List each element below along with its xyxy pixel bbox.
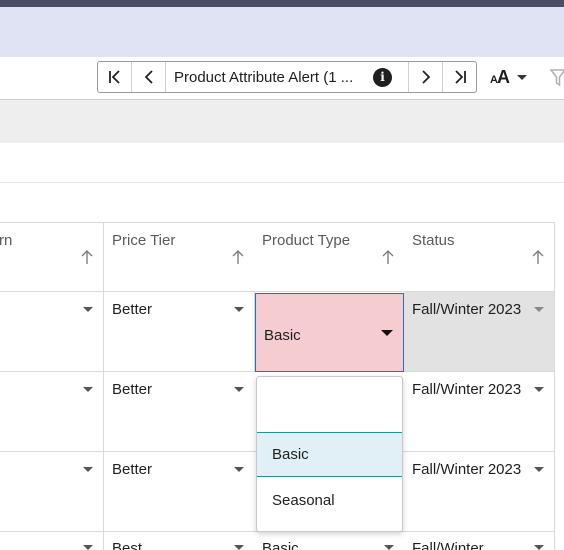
header-band bbox=[0, 7, 564, 57]
column-header-label: Product Type bbox=[262, 232, 351, 249]
info-icon[interactable]: i bbox=[373, 67, 392, 87]
product-type-dropdown: Basic Seasonal bbox=[256, 376, 403, 532]
font-size-icon: AA bbox=[490, 67, 510, 87]
table-cell-product-type-active[interactable]: Basic bbox=[255, 293, 404, 372]
chevron-down-icon[interactable] bbox=[534, 467, 544, 472]
cell-value: Better bbox=[112, 381, 153, 398]
table-cell-price-tier[interactable]: Best bbox=[104, 532, 255, 550]
table-cell[interactable] bbox=[0, 372, 104, 452]
divider bbox=[0, 182, 564, 183]
table-cell-price-tier[interactable]: Better bbox=[104, 452, 255, 532]
sort-arrow-icon[interactable] bbox=[532, 249, 544, 265]
table-cell-status[interactable]: Fall/Winter 2023 bbox=[404, 452, 555, 532]
chevron-down-icon[interactable] bbox=[234, 387, 244, 392]
cell-value: Basic bbox=[264, 327, 301, 344]
dropdown-search-input[interactable] bbox=[257, 377, 402, 433]
chevron-right-icon bbox=[421, 70, 430, 84]
table-cell[interactable] bbox=[0, 532, 104, 550]
dropdown-option-basic[interactable]: Basic bbox=[257, 433, 402, 477]
column-header-product-type[interactable]: Product Type bbox=[254, 222, 405, 292]
chevron-down-icon bbox=[516, 75, 527, 80]
cell-value: Basic bbox=[262, 540, 299, 550]
table-cell-price-tier[interactable]: Better bbox=[104, 372, 255, 452]
cell-value: Fall/Winter bbox=[412, 540, 484, 550]
filter-icon[interactable] bbox=[549, 69, 564, 92]
pager-title-area[interactable]: Product Attribute Alert (1 ... i bbox=[166, 62, 408, 92]
column-header-pattern[interactable]: rn bbox=[0, 222, 104, 292]
chevron-down-icon[interactable] bbox=[234, 467, 244, 472]
sort-arrow-icon[interactable] bbox=[232, 249, 244, 265]
chevron-down-icon[interactable] bbox=[83, 545, 93, 550]
chevron-down-icon[interactable] bbox=[384, 545, 394, 550]
cell-value: Fall/Winter 2023 bbox=[412, 301, 522, 318]
cell-value: Best bbox=[112, 540, 143, 550]
toolbar: Product Attribute Alert (1 ... i AA bbox=[0, 57, 564, 100]
column-header-price-tier[interactable]: Price Tier bbox=[104, 222, 255, 292]
table-cell-price-tier[interactable]: Better bbox=[104, 292, 255, 372]
top-bar bbox=[0, 0, 564, 7]
table-cell-status[interactable]: Fall/Winter 2023 bbox=[404, 372, 555, 452]
cell-value: Better bbox=[112, 301, 153, 318]
first-page-icon bbox=[108, 70, 120, 84]
chevron-down-icon[interactable] bbox=[381, 330, 393, 336]
table-cell[interactable] bbox=[0, 452, 104, 532]
column-header-label: Status bbox=[412, 232, 455, 249]
gray-band bbox=[0, 100, 564, 143]
last-record-button[interactable] bbox=[442, 62, 476, 92]
cell-value: Fall/Winter 2023 bbox=[412, 381, 522, 398]
table-cell-status[interactable]: Fall/Winter bbox=[404, 532, 555, 550]
column-header-label: rn bbox=[0, 232, 13, 249]
chevron-down-icon[interactable] bbox=[534, 387, 544, 392]
chevron-down-icon[interactable] bbox=[234, 545, 244, 550]
chevron-down-icon[interactable] bbox=[83, 387, 93, 392]
sort-arrow-icon[interactable] bbox=[382, 249, 394, 265]
chevron-down-icon[interactable] bbox=[83, 307, 93, 312]
chevron-down-icon[interactable] bbox=[534, 545, 544, 550]
previous-record-button[interactable] bbox=[132, 62, 166, 92]
last-page-icon bbox=[454, 70, 466, 84]
table-cell-status[interactable]: Fall/Winter 2023 bbox=[404, 292, 555, 372]
chevron-down-icon[interactable] bbox=[83, 467, 93, 472]
font-size-button[interactable]: AA bbox=[490, 67, 527, 88]
pager-title: Product Attribute Alert (1 ... bbox=[174, 68, 354, 86]
first-record-button[interactable] bbox=[98, 62, 132, 92]
column-header-label: Price Tier bbox=[112, 232, 176, 249]
sort-arrow-icon[interactable] bbox=[81, 249, 93, 265]
chevron-down-icon[interactable] bbox=[234, 307, 244, 312]
table-cell-product-type[interactable]: Basic bbox=[254, 532, 405, 550]
table-cell[interactable] bbox=[0, 292, 104, 372]
next-record-button[interactable] bbox=[408, 62, 442, 92]
record-pager: Product Attribute Alert (1 ... i bbox=[97, 61, 477, 93]
cell-value: Better bbox=[112, 461, 153, 478]
column-header-status[interactable]: Status bbox=[404, 222, 555, 292]
dropdown-option-seasonal[interactable]: Seasonal bbox=[257, 478, 402, 522]
cell-value: Fall/Winter 2023 bbox=[412, 461, 522, 478]
chevron-left-icon bbox=[144, 70, 153, 84]
chevron-down-icon[interactable] bbox=[534, 307, 544, 312]
